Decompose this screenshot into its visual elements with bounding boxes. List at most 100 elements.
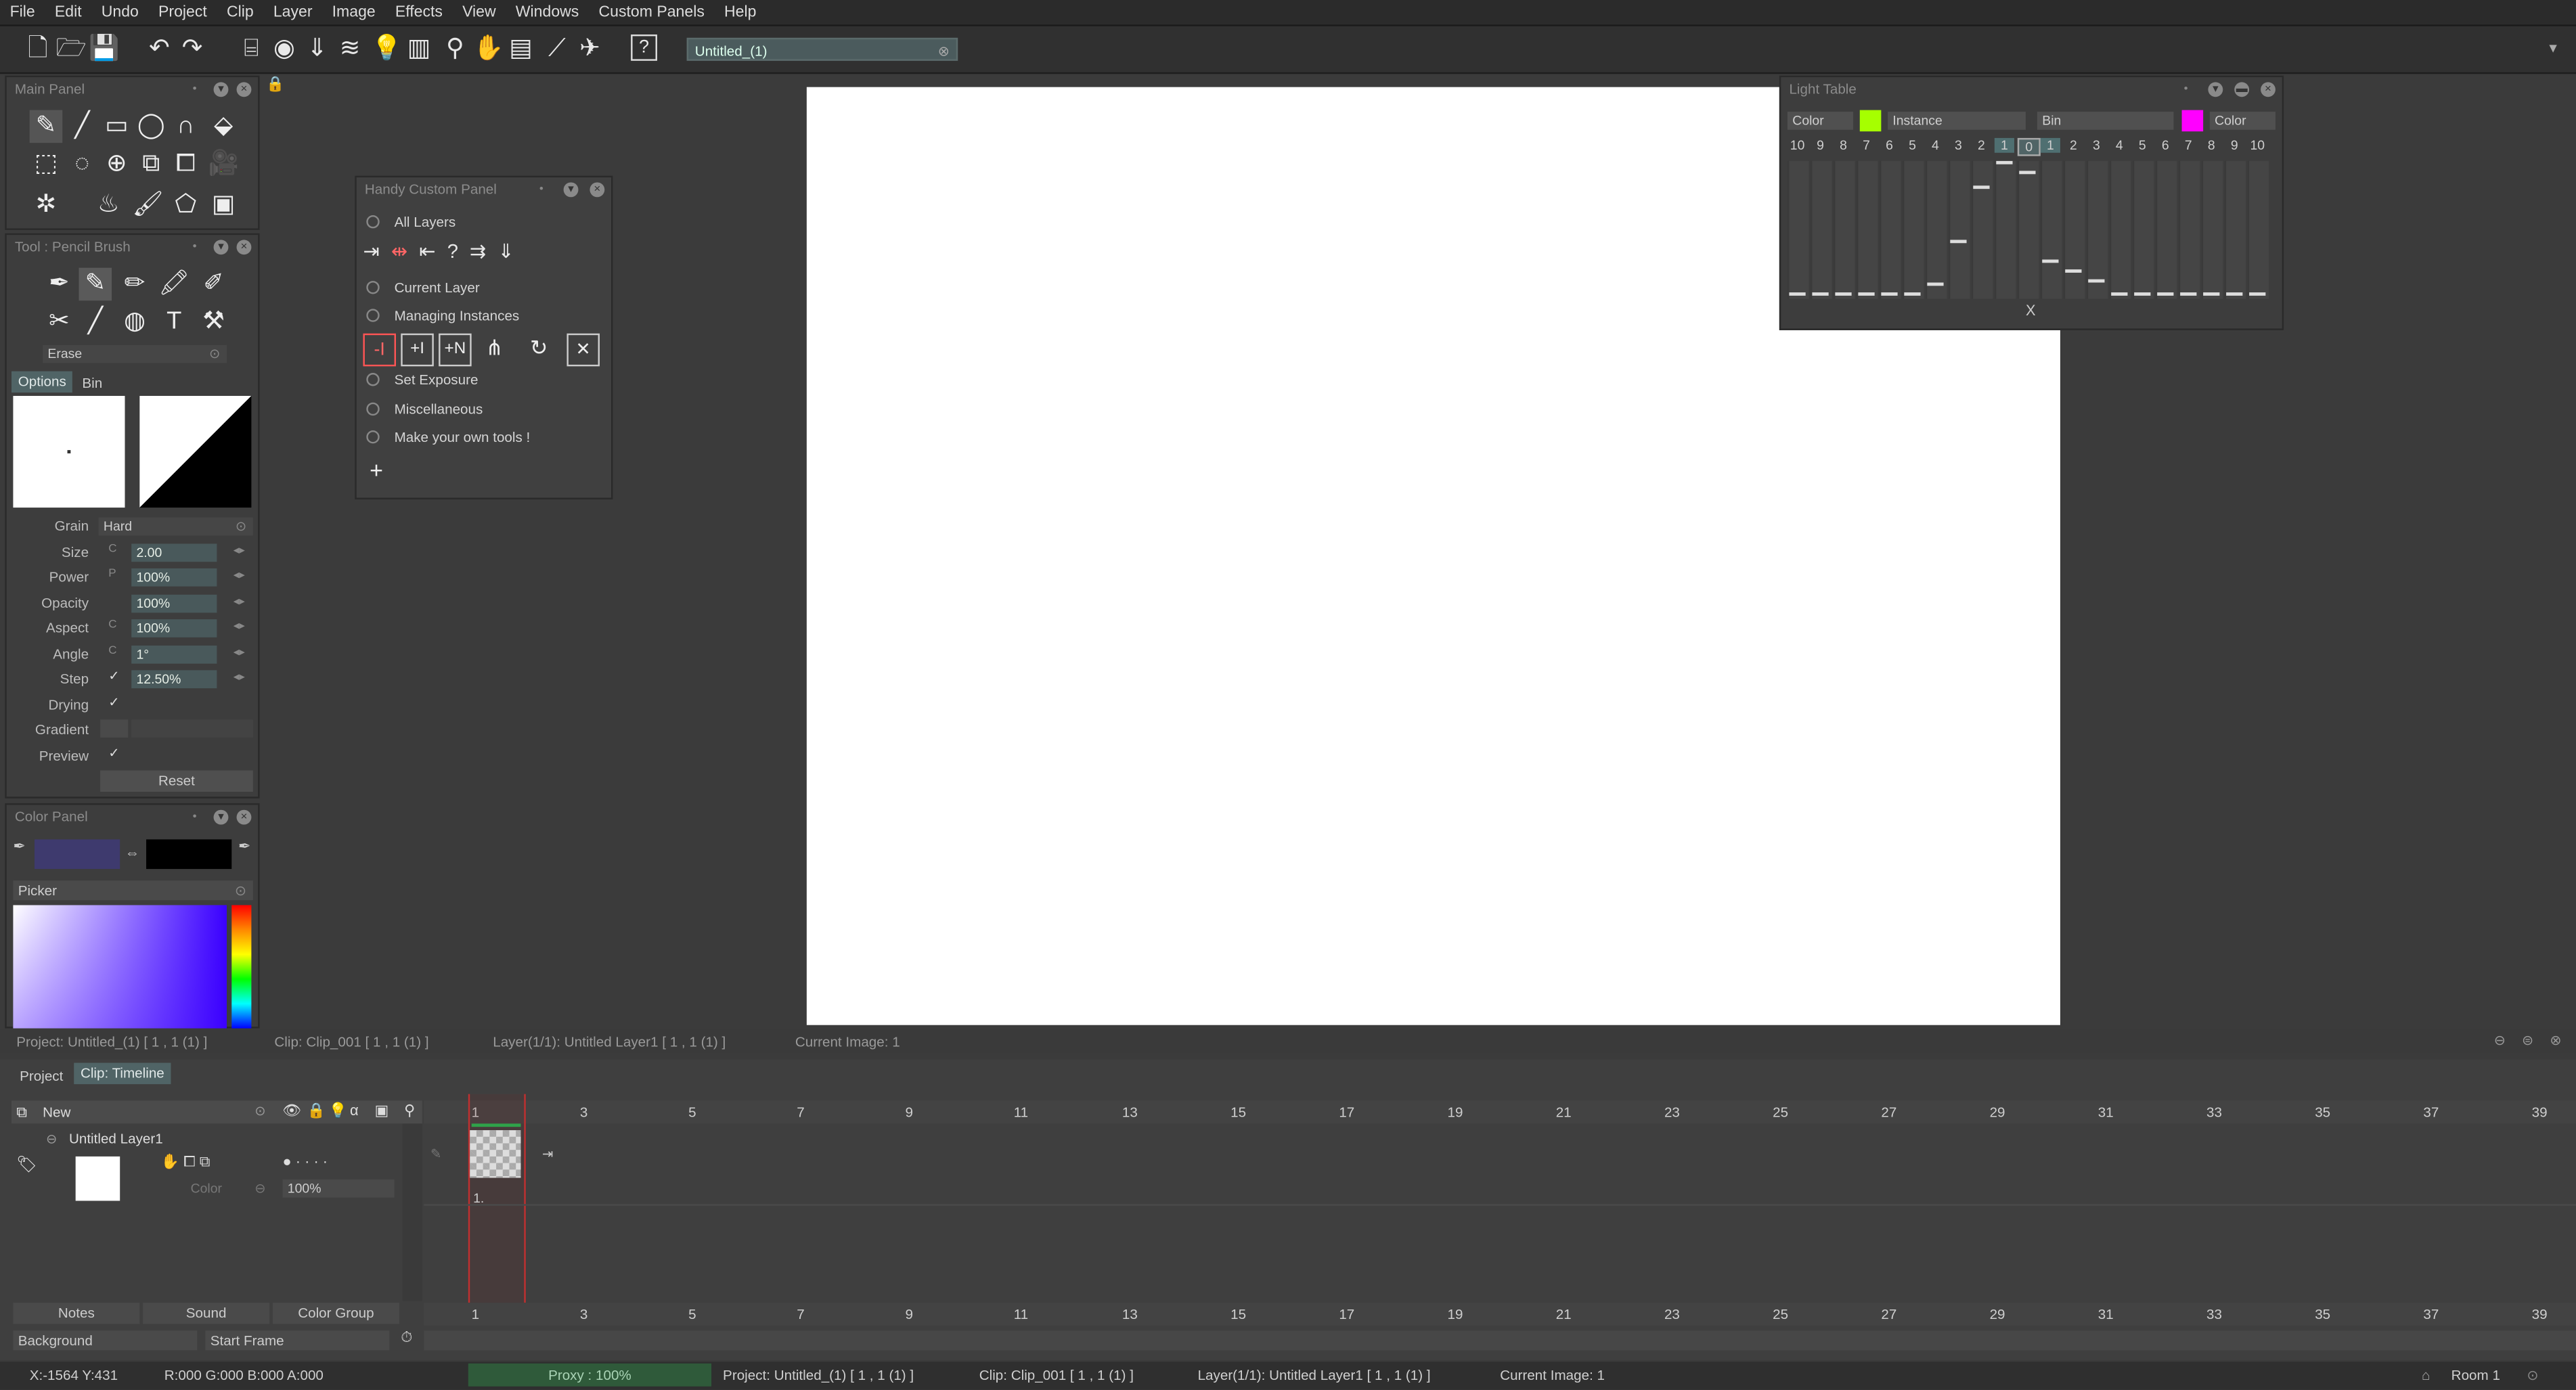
pencil-tool-icon[interactable]: ✎ <box>29 110 63 143</box>
lt-level-mark-4[interactable] <box>1881 292 1898 296</box>
lt-level-mark-17[interactable] <box>2180 292 2197 296</box>
lt-column-6[interactable] <box>1925 160 1947 299</box>
lt-level-mark-16[interactable] <box>2157 292 2174 296</box>
ellipse-select-icon[interactable]: ◌ <box>66 148 99 181</box>
layer-opacity-field[interactable]: 100% <box>282 1179 395 1198</box>
lt-number-1[interactable]: 9 <box>1811 138 1830 153</box>
frame-mark[interactable]: 17 <box>1339 1306 1354 1322</box>
lt-column-9[interactable] <box>1994 160 2016 299</box>
lt-level-mark-7[interactable] <box>1950 240 1967 244</box>
lt-number-18[interactable]: 8 <box>2202 138 2221 153</box>
panel-dot-icon[interactable]: • <box>187 82 202 97</box>
frame-mark[interactable]: 31 <box>2098 1104 2114 1120</box>
frame-mark[interactable]: 13 <box>1122 1306 1138 1322</box>
zoom-icon[interactable]: ⚲ <box>441 35 470 64</box>
aspect-stepper-icon[interactable]: ◂▸ <box>234 619 245 633</box>
start-frame-select[interactable]: Start Frame <box>205 1330 390 1351</box>
lt-level-mark-12[interactable] <box>2065 269 2082 273</box>
line-tool-icon[interactable]: ╱ <box>66 110 99 143</box>
set-exposure-radio[interactable] <box>366 373 380 386</box>
layers-icon[interactable]: ≋ <box>335 35 365 64</box>
step-field[interactable]: 12.50% <box>131 670 217 689</box>
panel-dot-icon[interactable]: • <box>187 240 202 254</box>
all-layers-radio[interactable] <box>366 215 380 229</box>
lt-number-13[interactable]: 3 <box>2087 138 2106 153</box>
lt-number-11[interactable]: 1 <box>2040 137 2060 153</box>
lt-column-12[interactable] <box>2063 160 2085 299</box>
layer-name[interactable]: Untitled Layer1 <box>69 1130 163 1146</box>
add-section-button[interactable]: + <box>370 457 383 483</box>
gradient-toggle[interactable] <box>100 719 129 738</box>
frame-mark[interactable]: 33 <box>2206 1104 2222 1120</box>
layer-options-icons[interactable]: ✋ ⧠ ⧉ <box>161 1153 210 1171</box>
menu-view[interactable]: View <box>453 3 506 22</box>
timeline-close-icon[interactable]: ⊗ <box>2550 1031 2561 1050</box>
menu-custom-panels[interactable]: Custom Panels <box>589 3 715 22</box>
lt-number-5[interactable]: 5 <box>1903 138 1922 153</box>
tab-bin[interactable]: Bin <box>76 373 109 395</box>
help-icon[interactable]: ? <box>631 34 657 61</box>
reset-button[interactable]: Reset <box>100 770 253 792</box>
blend-icon[interactable]: ⊖ <box>254 1181 265 1196</box>
lt-column-0[interactable] <box>1787 160 1809 299</box>
lt-level-mark-13[interactable] <box>2088 279 2105 283</box>
secondary-color-swatch[interactable] <box>146 839 232 870</box>
drying-check-icon[interactable]: ✓ <box>108 695 119 710</box>
panel-dot-icon[interactable]: • <box>2179 82 2194 97</box>
aspect-modifier[interactable]: C <box>108 619 116 631</box>
picker-select[interactable]: Picker ⊙ <box>13 880 253 901</box>
pen-brush-icon[interactable]: ✒ <box>43 268 76 301</box>
airbrush-icon[interactable]: ✐ <box>197 268 230 301</box>
paint-brush-icon[interactable]: 🖍 <box>158 268 191 301</box>
section-set-exposure[interactable]: Set Exposure <box>395 372 479 388</box>
project-title-field[interactable]: Untitled_(1) ⊗ <box>686 37 958 61</box>
proxy-indicator[interactable]: Proxy : 100% <box>468 1363 712 1387</box>
menu-layer[interactable]: Layer <box>263 3 322 22</box>
tab-options[interactable]: Options <box>11 371 73 393</box>
menu-help[interactable]: Help <box>714 3 766 22</box>
lt-column-4[interactable] <box>1879 160 1901 299</box>
lightbulb-icon[interactable]: 💡 <box>372 35 402 64</box>
angle-field[interactable]: 1° <box>131 645 217 664</box>
lt-level-mark-20[interactable] <box>2249 292 2266 296</box>
frame-mark[interactable]: 21 <box>1556 1104 1572 1120</box>
rect-select-icon[interactable]: ⬚ <box>30 148 63 181</box>
brush-mode-select[interactable]: Erase ⊙ <box>43 344 227 363</box>
chevron-down-icon[interactable]: ⊙ <box>254 1104 265 1119</box>
tab-project[interactable]: Project <box>13 1066 70 1088</box>
camera-icon[interactable]: ⌸ <box>237 35 267 64</box>
frame-mark[interactable]: 37 <box>2423 1104 2439 1120</box>
opacity-field[interactable]: 100% <box>131 594 217 613</box>
curve-icon[interactable]: ⟋ <box>542 35 572 64</box>
frame-mark[interactable]: 37 <box>2423 1306 2439 1322</box>
frame-mark[interactable]: 23 <box>1664 1104 1680 1120</box>
timeline-collapse-icon[interactable]: ⊖ <box>2494 1031 2506 1050</box>
miscellaneous-radio[interactable] <box>366 402 380 416</box>
frame-mark[interactable]: 13 <box>1122 1104 1138 1120</box>
frame-mark[interactable]: 29 <box>1990 1306 2005 1322</box>
lt-number-4[interactable]: 6 <box>1880 138 1899 153</box>
frame-mark[interactable]: 19 <box>1448 1104 1463 1120</box>
perspective-icon[interactable]: ✲ <box>30 189 63 222</box>
lt-number-0[interactable]: 10 <box>1787 138 1807 153</box>
panel-maximize-icon[interactable]: ▬ <box>2234 82 2250 97</box>
step-stepper-icon[interactable]: ◂▸ <box>234 670 245 683</box>
lt-number-10[interactable]: 0 <box>2017 137 2041 156</box>
menu-edit[interactable]: Edit <box>45 3 91 22</box>
color-wheel-icon[interactable]: ◉ <box>269 35 299 64</box>
frame-ruler-top[interactable]: 1 3 5 7 9 11 13 15 17 19 21 23 25 27 29 31 33 35 37 39 <box>424 1100 2576 1124</box>
lt-number-7[interactable]: 3 <box>1949 138 1968 153</box>
horizontal-scrollbar[interactable] <box>424 1330 2576 1351</box>
frame-ruler-bottom[interactable]: 1 3 5 7 9 11 13 15 17 19 21 23 25 27 29 31 33 35 37 39 <box>424 1302 2576 1326</box>
frame-mark[interactable]: 33 <box>2206 1306 2222 1322</box>
frame-mark[interactable]: 39 <box>2532 1104 2548 1120</box>
lt-level-mark-19[interactable] <box>2226 292 2243 296</box>
lt-level-mark-11[interactable] <box>2042 259 2059 263</box>
section-miscellaneous[interactable]: Miscellaneous <box>395 401 483 417</box>
lt-column-5[interactable] <box>1902 160 1924 299</box>
lt-level-mark-10[interactable] <box>2019 171 2036 175</box>
frame-mark[interactable]: 5 <box>688 1306 696 1322</box>
lt-column-17[interactable] <box>2178 160 2200 299</box>
menu-effects[interactable]: Effects <box>385 3 452 22</box>
exposure-cell[interactable] <box>470 1130 521 1178</box>
